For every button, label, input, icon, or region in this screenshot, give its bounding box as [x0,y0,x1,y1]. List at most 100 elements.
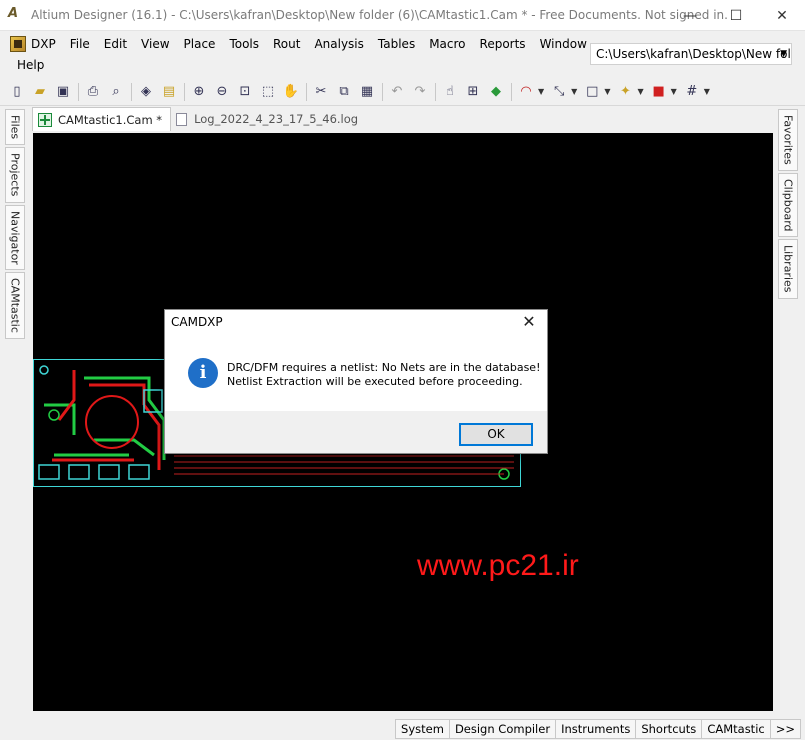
paste-icon[interactable]: ▦ [356,81,378,103]
altium-logo-icon: A [8,6,19,21]
component-icon[interactable]: ◆ [485,81,507,103]
menu-edit[interactable]: Edit [97,33,134,55]
menu-tables[interactable]: Tables [371,33,422,55]
copy-icon[interactable]: ⧉ [333,81,355,103]
print-icon[interactable]: ⎙ [82,81,104,103]
open-project-icon[interactable]: ▤ [158,81,180,103]
zoom-fit-icon[interactable]: ⊡ [234,81,256,103]
dialog-message-line-1: DRC/DFM requires a netlist: No Nets are … [227,361,541,374]
menu-place[interactable]: Place [177,33,223,55]
menu-row-1: DXP File Edit View Place Tools Rout Anal… [10,33,594,55]
doc-tab-camtastic[interactable]: CAMtastic1.Cam * [32,107,172,131]
maximize-button[interactable]: ☐ [713,0,759,31]
grid-icon[interactable]: # [681,81,703,103]
probe-tool-icon[interactable]: ✦ [614,81,636,103]
window-title: Altium Designer (16.1) - C:\Users\kafran… [31,8,728,22]
new-document-icon[interactable]: ▯ [6,81,28,103]
arc-tool-icon[interactable]: ◠ [515,81,537,103]
title-bar: A Altium Designer (16.1) - C:\Users\kafr… [0,0,805,31]
document-tabs: CAMtastic1.Cam * Log_2022_4_23_17_5_46.l… [32,107,366,131]
minimize-button[interactable]: — [667,0,713,31]
rectangle-tool-icon[interactable]: □ [581,81,603,103]
status-tab-shortcuts[interactable]: Shortcuts [635,719,703,739]
close-button[interactable]: ✕ [759,0,805,31]
info-icon: i [188,358,218,388]
menu-dxp[interactable]: DXP [28,33,63,55]
project-path-combo[interactable]: C:\Users\kafran\Desktop\New fold ▼ [590,43,792,65]
dxp-logo-icon[interactable] [10,36,26,52]
panel-tab-camtastic[interactable]: CAMtastic [5,272,25,340]
cam-document-icon [38,112,52,127]
print-preview-icon[interactable]: ⌕ [105,81,127,103]
dialog-close-icon[interactable]: ✕ [519,312,539,332]
menu-macro[interactable]: Macro [422,33,472,55]
zoom-out-icon[interactable]: ⊖ [211,81,233,103]
undo-icon[interactable]: ↶ [386,81,408,103]
menu-window[interactable]: Window [533,33,594,55]
panel-tab-label: Navigator [8,210,22,265]
window-controls: — ☐ ✕ [667,0,805,31]
panel-tab-navigator[interactable]: Navigator [5,204,25,271]
log-document-icon [176,112,188,126]
layer-stack-icon[interactable]: ◈ [135,81,157,103]
panel-tab-projects[interactable]: Projects [5,147,25,203]
menu-tools[interactable]: Tools [222,33,266,55]
panel-tab-files[interactable]: Files [5,109,25,146]
doc-tab-log[interactable]: Log_2022_4_23_17_5_46.log [171,107,366,131]
menu-rout[interactable]: Rout [266,33,307,55]
camdxp-dialog: CAMDXP ✕ i DRC/DFM requires a netlist: N… [164,309,548,454]
chevron-down-icon[interactable]: ▼ [780,44,787,64]
menu-reports[interactable]: Reports [473,33,533,55]
doc-tab-label: Log_2022_4_23_17_5_46.log [194,112,359,126]
menu-help[interactable]: Help [10,54,51,76]
status-tab-instruments[interactable]: Instruments [555,719,637,739]
main-toolbar: ▯ ▰ ▣ ⎙ ⌕ ◈ ▤ ⊕ ⊖ ⊡ ⬚ ✋ ✂ ⧉ ▦ ↶ ↷ ☝ ⊞ ◆ … [0,78,805,106]
panel-tab-label: CAMtastic [8,278,22,334]
ok-button[interactable]: OK [459,423,533,446]
chevron-down-icon[interactable]: ▼ [538,87,544,96]
status-tab-more[interactable]: >> [769,719,801,739]
menu-view[interactable]: View [134,33,176,55]
chevron-down-icon[interactable]: ▼ [604,87,610,96]
watermark-text: www.pc21.ir [417,549,579,582]
panel-tab-label: Libraries [781,245,795,293]
panel-tab-clipboard[interactable]: Clipboard [778,172,798,238]
cut-icon[interactable]: ✂ [310,81,332,103]
dialog-message: DRC/DFM requires a netlist: No Nets are … [227,361,540,389]
panel-tab-label: Projects [8,153,22,197]
status-tab-design-compiler[interactable]: Design Compiler [448,719,557,739]
menu-analysis[interactable]: Analysis [307,33,370,55]
pan-hand-icon[interactable]: ✋ [280,81,302,103]
project-path-value: C:\Users\kafran\Desktop\New fold [596,47,792,61]
chevron-down-icon[interactable]: ▼ [637,87,643,96]
route-tool-icon[interactable]: ⤡ [548,81,570,103]
status-bar: System Design Compiler Instruments Short… [0,717,805,740]
chevron-down-icon[interactable]: ▼ [571,87,577,96]
menu-file[interactable]: File [63,33,97,55]
zoom-area-icon[interactable]: ⬚ [257,81,279,103]
menu-row-2: Help [10,54,51,76]
status-panel-tabs: System Design Compiler Instruments Short… [395,719,801,739]
panel-tab-label: Clipboard [781,178,795,232]
panel-tab-label: Files [8,115,22,140]
zoom-in-icon[interactable]: ⊕ [188,81,210,103]
layer-color-icon[interactable]: ■ [648,81,670,103]
measure-icon[interactable]: ⊞ [462,81,484,103]
panel-tab-favorites[interactable]: Favorites [778,109,798,171]
status-tab-system[interactable]: System [395,719,450,739]
chevron-down-icon[interactable]: ▼ [671,87,677,96]
panel-tab-libraries[interactable]: Libraries [778,239,798,299]
status-tab-camtastic[interactable]: CAMtastic [701,719,771,739]
dialog-title: CAMDXP [171,315,223,329]
menu-bar: DXP File Edit View Place Tools Rout Anal… [0,32,590,76]
doc-tab-label: CAMtastic1.Cam * [58,112,163,127]
select-hand-icon[interactable]: ☝ [439,81,461,103]
save-icon[interactable]: ▣ [52,81,74,103]
right-panel-tabs: Favorites Clipboard Libraries [778,109,800,301]
chevron-down-icon[interactable]: ▼ [704,87,710,96]
open-folder-icon[interactable]: ▰ [29,81,51,103]
left-panel-tabs: Files Projects Navigator CAMtastic [5,109,27,341]
panel-tab-label: Favorites [781,115,795,165]
redo-icon[interactable]: ↷ [409,81,431,103]
dialog-message-line-2: Netlist Extraction will be executed befo… [227,375,523,388]
